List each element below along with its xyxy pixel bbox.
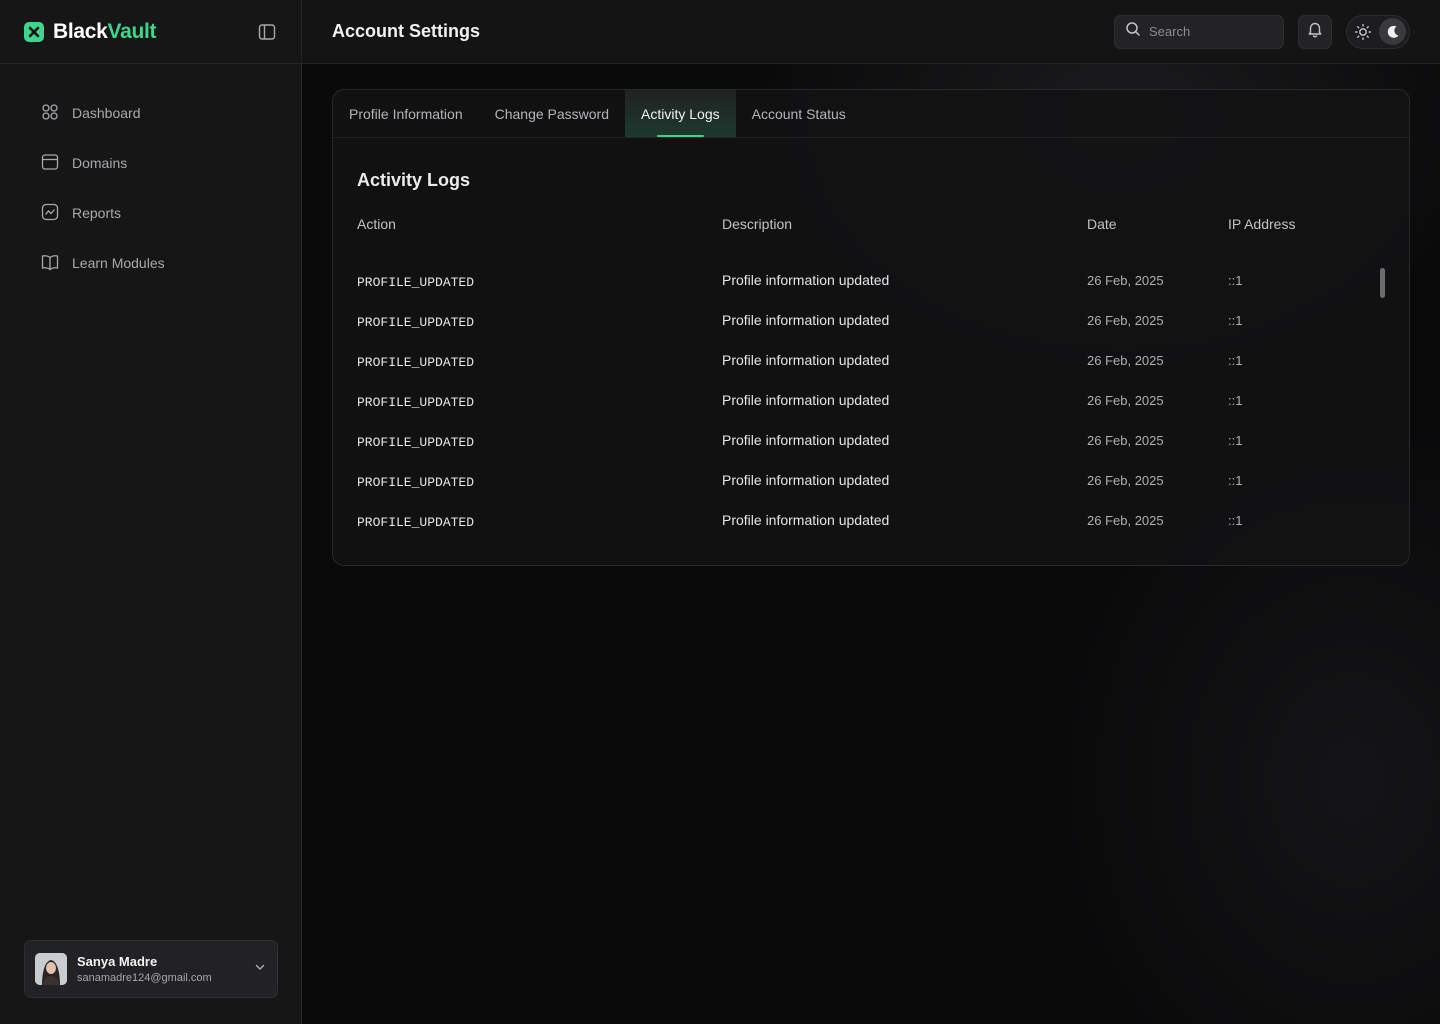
cell-description: Profile information updated xyxy=(722,312,890,328)
sidebar-item-label: Learn Modules xyxy=(72,255,165,271)
cell-ip: ::1 xyxy=(1228,473,1243,488)
cell-action: PROFILE_UPDATED xyxy=(357,275,475,290)
topbar: Account Settings xyxy=(302,0,1440,64)
column-header-action: Action xyxy=(357,216,396,232)
logo-mark-icon xyxy=(24,21,44,42)
theme-toggle[interactable] xyxy=(1346,14,1410,49)
cell-action: PROFILE_UPDATED xyxy=(357,435,475,450)
search-box[interactable] xyxy=(1114,14,1284,49)
sidebar-item-label: Domains xyxy=(72,155,128,171)
sidebar-item-label: Dashboard xyxy=(72,105,141,121)
sidebar: BlackVault Dashboard Domains Reports Lea… xyxy=(0,0,302,1024)
sidebar-item-dashboard[interactable]: Dashboard xyxy=(0,88,301,138)
brand-logo[interactable]: BlackVault xyxy=(24,19,157,44)
sidebar-item-domains[interactable]: Domains xyxy=(0,138,301,188)
table-scrollbar[interactable] xyxy=(1380,268,1385,298)
cell-description: Profile information updated xyxy=(722,472,890,488)
cell-action: PROFILE_UPDATED xyxy=(357,475,475,490)
cell-description: Profile information updated xyxy=(722,432,890,448)
browser-window-icon xyxy=(40,152,60,175)
cell-date: 26 Feb, 2025 xyxy=(1087,353,1164,368)
page-title: Account Settings xyxy=(332,21,481,41)
book-open-icon xyxy=(40,252,60,275)
sidebar-item-label: Reports xyxy=(72,205,122,221)
cell-date: 26 Feb, 2025 xyxy=(1087,473,1164,488)
table-row: PROFILE_UPDATED Profile information upda… xyxy=(357,392,1387,432)
cell-ip: ::1 xyxy=(1228,433,1243,448)
sidebar-item-reports[interactable]: Reports xyxy=(0,188,301,238)
cell-action: PROFILE_UPDATED xyxy=(357,315,475,330)
cell-description: Profile information updated xyxy=(722,392,890,408)
app-root: BlackVault Dashboard Domains Reports Lea… xyxy=(0,0,1440,1024)
cell-description: Profile information updated xyxy=(722,512,890,528)
table-row: PROFILE_UPDATED Profile information upda… xyxy=(357,352,1387,392)
main-content: Account Settings Search Profile Informat… xyxy=(302,0,1440,1024)
moon-icon[interactable] xyxy=(1379,18,1406,45)
cell-action: PROFILE_UPDATED xyxy=(357,355,475,370)
column-header-description: Description xyxy=(722,216,793,232)
sidebar-nav: Dashboard Domains Reports Learn Modules xyxy=(0,64,301,288)
chevron-down-icon[interactable] xyxy=(253,960,267,979)
search-input[interactable] xyxy=(1149,24,1269,39)
chart-line-icon xyxy=(40,202,60,225)
sidebar-item-learn-modules[interactable]: Learn Modules xyxy=(0,238,301,288)
cell-action: PROFILE_UPDATED xyxy=(357,515,475,530)
cell-date: 26 Feb, 2025 xyxy=(1087,433,1164,448)
notifications-button[interactable] xyxy=(1298,14,1332,49)
grid-icon xyxy=(40,102,60,125)
avatar xyxy=(35,953,67,985)
table-body: PROFILE_UPDATED Profile information upda… xyxy=(357,272,1387,552)
topbar-actions xyxy=(1114,14,1410,49)
cell-description: Profile information updated xyxy=(722,272,890,288)
brand-name: BlackVault xyxy=(53,19,157,43)
cell-date: 26 Feb, 2025 xyxy=(1087,273,1164,288)
cell-date: 26 Feb, 2025 xyxy=(1087,313,1164,328)
table-row: PROFILE_UPDATED Profile information upda… xyxy=(357,312,1387,352)
section-title: Activity Logs xyxy=(357,170,471,190)
tab-account-status[interactable]: Account Status xyxy=(736,90,862,137)
table-row: PROFILE_UPDATED Profile information upda… xyxy=(357,272,1387,312)
sidebar-toggle-icon[interactable] xyxy=(257,22,277,42)
cell-ip: ::1 xyxy=(1228,513,1243,528)
user-info: Sanya Madre sanamadre124@gmail.com xyxy=(77,953,243,986)
table-row: PROFILE_UPDATED Profile information upda… xyxy=(357,432,1387,472)
bell-icon xyxy=(1306,20,1324,43)
account-settings-card: Profile Information Change Password Acti… xyxy=(332,89,1410,566)
user-name: Sanya Madre xyxy=(77,953,158,969)
cell-ip: ::1 xyxy=(1228,273,1243,288)
settings-tabs: Profile Information Change Password Acti… xyxy=(333,90,1409,138)
cell-date: 26 Feb, 2025 xyxy=(1087,513,1164,528)
table-row: PROFILE_UPDATED Profile information upda… xyxy=(357,512,1387,552)
cell-date: 26 Feb, 2025 xyxy=(1087,393,1164,408)
tab-profile-information[interactable]: Profile Information xyxy=(333,90,479,137)
search-icon xyxy=(1125,21,1141,42)
table-row: PROFILE_UPDATED Profile information upda… xyxy=(357,472,1387,512)
table-header: Action Description Date IP Address xyxy=(357,216,1387,238)
cell-ip: ::1 xyxy=(1228,353,1243,368)
sidebar-header: BlackVault xyxy=(0,0,301,64)
sun-icon[interactable] xyxy=(1354,23,1372,41)
cell-ip: ::1 xyxy=(1228,313,1243,328)
user-email: sanamadre124@gmail.com xyxy=(77,971,212,984)
activity-logs-table: Action Description Date IP Address PROFI… xyxy=(357,216,1387,552)
tab-activity-logs[interactable]: Activity Logs xyxy=(625,90,736,137)
column-header-ip-address: IP Address xyxy=(1228,216,1296,232)
column-header-date: Date xyxy=(1087,216,1117,232)
user-profile-card[interactable]: Sanya Madre sanamadre124@gmail.com xyxy=(24,940,278,998)
cell-ip: ::1 xyxy=(1228,393,1243,408)
cell-description: Profile information updated xyxy=(722,352,890,368)
cell-action: PROFILE_UPDATED xyxy=(357,395,475,410)
tab-change-password[interactable]: Change Password xyxy=(479,90,625,137)
